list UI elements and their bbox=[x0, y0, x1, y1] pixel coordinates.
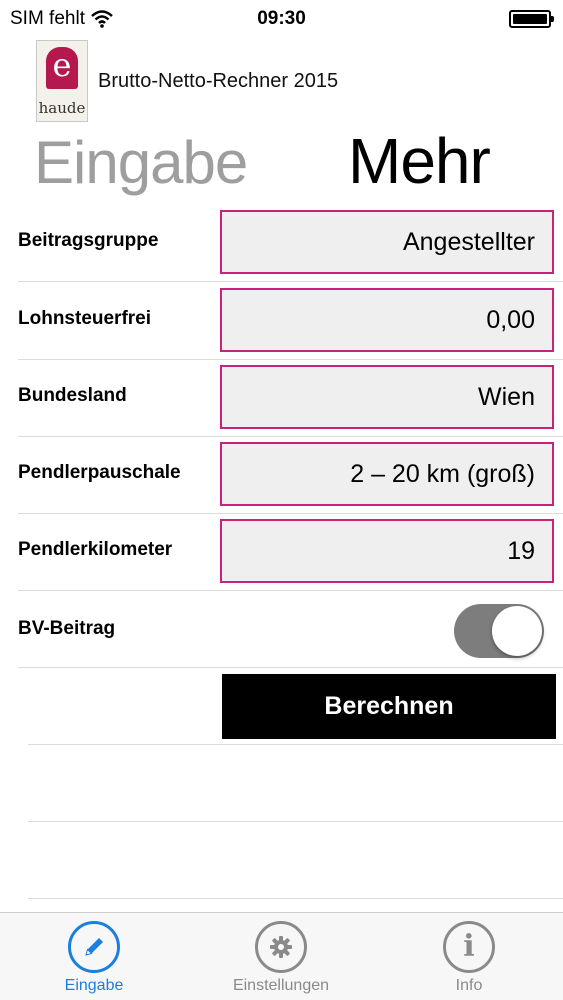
tab-bar: Eingabe Einstellungen i Info bbox=[0, 912, 563, 1000]
row-divider bbox=[18, 667, 563, 668]
tab-einstellungen[interactable]: Einstellungen bbox=[221, 921, 341, 995]
app-logo: e haude bbox=[36, 40, 88, 122]
form-row-pendlerpauschale: Pendlerpauschale 2 – 20 km (groß) bbox=[0, 436, 563, 514]
battery-icon bbox=[509, 10, 554, 28]
toggle-knob bbox=[492, 606, 542, 656]
tab-info[interactable]: i Info bbox=[409, 921, 529, 995]
status-bar: SIM fehlt 09:30 bbox=[0, 0, 563, 38]
bv-beitrag-label: BV-Beitrag bbox=[18, 618, 116, 639]
gear-icon bbox=[255, 921, 307, 973]
pencil-icon bbox=[68, 921, 120, 973]
tab-label-info: Info bbox=[455, 977, 483, 994]
row-divider bbox=[28, 744, 563, 745]
bundesland-field[interactable]: Wien bbox=[220, 365, 554, 429]
bv-beitrag-toggle[interactable] bbox=[454, 604, 544, 658]
info-icon: i bbox=[443, 921, 495, 973]
form-row-beitragsgruppe: Beitragsgruppe Angestellter bbox=[0, 204, 563, 282]
berechnen-button[interactable]: Berechnen bbox=[222, 674, 556, 739]
clock: 09:30 bbox=[257, 8, 306, 29]
beitragsgruppe-field[interactable]: Angestellter bbox=[220, 210, 554, 274]
pendlerpauschale-label: Pendlerpauschale bbox=[18, 462, 181, 483]
lohnsteuerfrei-field[interactable]: 0,00 bbox=[220, 288, 554, 352]
beitragsgruppe-label: Beitragsgruppe bbox=[18, 230, 159, 251]
app-title: Brutto-Netto-Rechner 2015 bbox=[98, 70, 339, 92]
tab-eingabe[interactable]: Eingabe bbox=[34, 921, 154, 995]
pendlerkilometer-field[interactable]: 19 bbox=[220, 519, 554, 583]
segment-eingabe[interactable]: Eingabe bbox=[34, 128, 248, 197]
form-row-bundesland: Bundesland Wien bbox=[0, 359, 563, 437]
tab-label-eingabe: Eingabe bbox=[64, 977, 124, 994]
bundesland-label: Bundesland bbox=[18, 385, 127, 406]
pendlerpauschale-field[interactable]: 2 – 20 km (groß) bbox=[220, 442, 554, 506]
lohnsteuerfrei-label: Lohnsteuerfrei bbox=[18, 308, 152, 329]
pendlerkilometer-label: Pendlerkilometer bbox=[18, 539, 173, 560]
row-divider bbox=[28, 898, 563, 899]
row-divider bbox=[28, 821, 563, 822]
logo-text: haude bbox=[38, 99, 86, 117]
segment-mehr[interactable]: Mehr bbox=[348, 124, 491, 198]
logo-letter: e bbox=[46, 47, 78, 89]
form-row-lohnsteuerfrei: Lohnsteuerfrei 0,00 bbox=[0, 282, 563, 360]
tab-label-einstellungen: Einstellungen bbox=[232, 977, 330, 994]
form-row-pendlerkilometer: Pendlerkilometer 19 bbox=[0, 513, 563, 591]
